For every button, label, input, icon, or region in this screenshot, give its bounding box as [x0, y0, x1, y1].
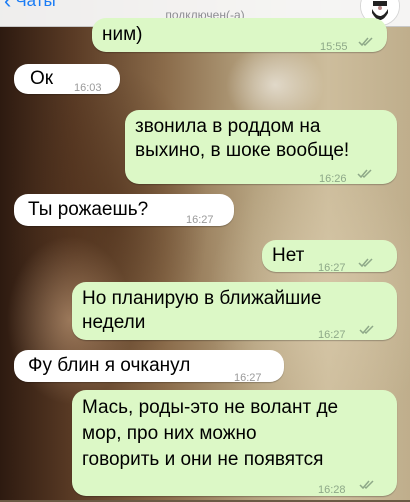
- message-text: мор, про них можно: [82, 423, 257, 444]
- message-text: Фу блин я очканул: [28, 355, 191, 376]
- message-time: 15:55: [320, 41, 348, 53]
- message-text: Мась, роды-это не волант де: [82, 397, 339, 418]
- double-check-icon: [358, 258, 373, 268]
- message-bubble-5[interactable]: Нет 16:27: [262, 240, 397, 274]
- message-text: Нет: [272, 245, 305, 266]
- message-text: Но планирую в ближайшие: [82, 288, 322, 309]
- message-text: выхино, в шоке вообще!: [135, 140, 350, 161]
- message-bubble-6[interactable]: Но планирую в ближайшие недели 16:27: [72, 282, 397, 341]
- message-text: говорить и они не появятся: [82, 449, 324, 470]
- message-bubble-1[interactable]: ним) 15:55: [92, 18, 387, 53]
- message-text: Ок: [30, 68, 54, 89]
- message-bubble-3[interactable]: звонила в роддом на выхино, в шоке вообщ…: [125, 110, 397, 185]
- double-check-icon: [358, 37, 373, 47]
- message-bubble-7[interactable]: Фу блин я очканул 16:27: [14, 350, 284, 384]
- message-time: 16:27: [318, 262, 346, 274]
- message-text: недели: [82, 312, 146, 333]
- message-bubble-8[interactable]: Мась, роды-это не волант де мор, про них…: [72, 390, 397, 496]
- message-time: 16:27: [234, 372, 262, 384]
- message-text: Ты рожаешь?: [28, 199, 149, 220]
- message-time: 16:27: [318, 329, 346, 341]
- message-text: ним): [102, 24, 143, 45]
- double-check-icon: [357, 169, 372, 179]
- double-check-icon: [359, 325, 374, 335]
- message-bubble-2[interactable]: Ок 16:03: [14, 64, 120, 94]
- message-time: 16:03: [74, 82, 102, 94]
- message-time: 16:27: [186, 214, 214, 226]
- message-time: 16:28: [318, 484, 346, 496]
- message-time: 16:26: [319, 173, 347, 185]
- double-check-icon: [359, 480, 374, 490]
- message-bubble-4[interactable]: Ты рожаешь? 16:27: [14, 194, 234, 226]
- message-text: звонила в роддом на: [135, 116, 321, 137]
